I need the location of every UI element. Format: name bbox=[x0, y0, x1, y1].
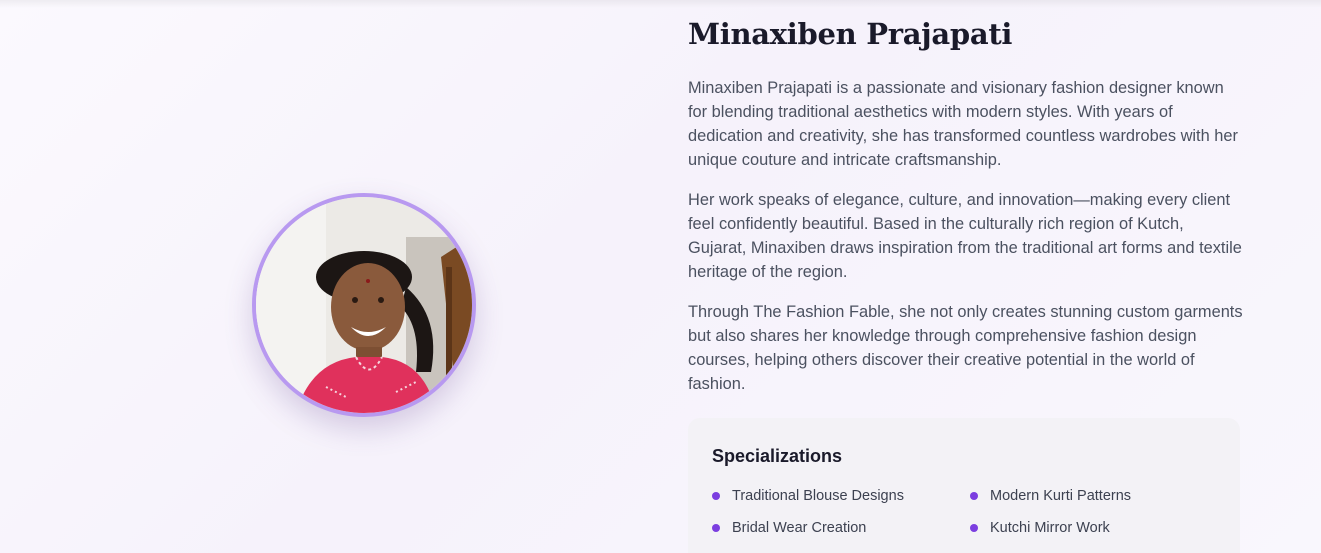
bio-paragraph: Her work speaks of elegance, culture, an… bbox=[688, 191, 1242, 281]
designer-avatar bbox=[252, 193, 476, 417]
designer-photo bbox=[256, 197, 472, 413]
bullet-dot-icon bbox=[970, 524, 978, 532]
specializations-card: Specializations Traditional Blouse Desig… bbox=[688, 418, 1240, 553]
specializations-title: Specializations bbox=[712, 446, 843, 466]
specialization-item: Modern Kurti Patterns bbox=[970, 488, 1131, 504]
specialization-item: Bridal Wear Creation bbox=[712, 520, 866, 536]
bullet-dot-icon bbox=[712, 492, 720, 500]
designer-name: Minaxiben Prajapati bbox=[688, 17, 1013, 51]
bio-paragraph: Through The Fashion Fable, she not only … bbox=[688, 303, 1243, 393]
header-shadow bbox=[0, 0, 1321, 8]
bio-section: Minaxiben Prajapati is a passionate and … bbox=[688, 76, 1248, 396]
about-content: Minaxiben Prajapati Minaxiben Prajapati … bbox=[688, 14, 1248, 396]
bullet-dot-icon bbox=[712, 524, 720, 532]
specialization-item: Traditional Blouse Designs bbox=[712, 488, 904, 504]
bio-paragraph: Minaxiben Prajapati is a passionate and … bbox=[688, 79, 1238, 169]
bullet-dot-icon bbox=[970, 492, 978, 500]
specialization-label: Kutchi Mirror Work bbox=[990, 520, 1110, 536]
specialization-label: Modern Kurti Patterns bbox=[990, 488, 1132, 504]
specialization-label: Bridal Wear Creation bbox=[732, 520, 867, 536]
specialization-item: Kutchi Mirror Work bbox=[970, 520, 1110, 536]
specialization-label: Traditional Blouse Designs bbox=[732, 488, 904, 504]
